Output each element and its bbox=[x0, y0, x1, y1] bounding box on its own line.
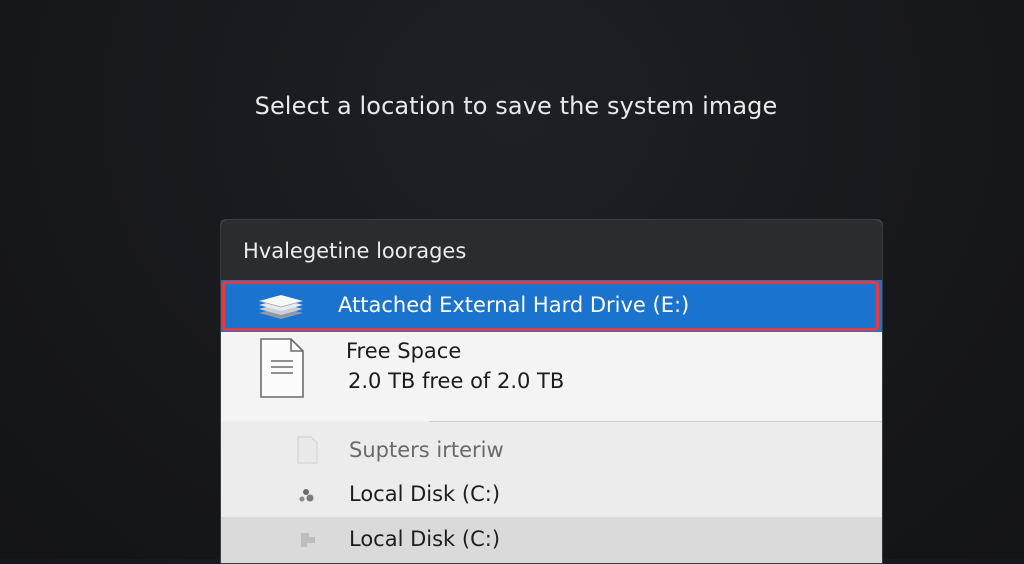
location-item[interactable]: Supters irteriw bbox=[221, 428, 882, 472]
drive-stack-icon bbox=[258, 295, 304, 319]
location-item-label: Local Disk (C:) bbox=[349, 482, 501, 506]
free-space-label: Free Space bbox=[346, 339, 462, 363]
selected-location-details: Free Space 2.0 TB free of 2.0 TB bbox=[221, 332, 882, 420]
free-space-value: 2.0 TB free of 2.0 TB bbox=[348, 369, 565, 393]
page-title: Select a location to save the system ima… bbox=[254, 92, 778, 120]
disk-icon bbox=[299, 489, 314, 502]
location-item-label: Local Disk (C:) bbox=[349, 527, 501, 551]
location-item-label: Attached External Hard Drive (E:) bbox=[338, 293, 690, 317]
location-item[interactable]: Local Disk (C:) bbox=[221, 472, 882, 516]
document-icon bbox=[260, 338, 304, 398]
location-item-label: Supters irteriw bbox=[349, 438, 504, 462]
location-item[interactable]: Local Disk (C:) bbox=[221, 517, 882, 563]
disk-icon bbox=[301, 533, 315, 547]
panel-header-label: Hvalegetine loorages bbox=[243, 239, 467, 263]
panel-header: Hvalegetine loorages bbox=[221, 220, 882, 282]
file-icon bbox=[297, 436, 318, 464]
location-list-panel: Hvalegetine loorages Attached External H… bbox=[220, 219, 883, 564]
location-item-external-drive[interactable]: Attached External Hard Drive (E:) bbox=[221, 280, 882, 332]
location-list: Supters irteriw Local Disk (C:) Local Di… bbox=[221, 422, 882, 563]
